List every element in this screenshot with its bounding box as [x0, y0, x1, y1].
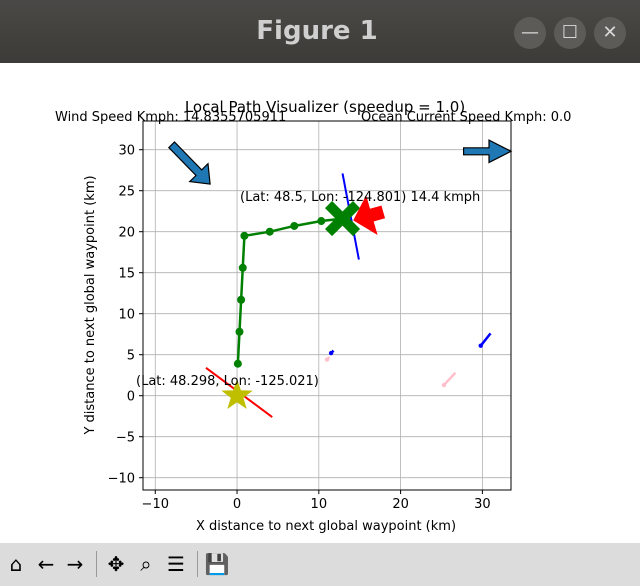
obstacle-point — [328, 350, 334, 356]
path-line — [236, 217, 343, 364]
path-point — [238, 263, 247, 272]
y-tick-label: −5 — [116, 431, 135, 446]
wind-arrow — [167, 141, 211, 185]
x-tick-label: 30 — [474, 497, 491, 512]
path-point — [240, 231, 249, 240]
y-tick-label: 0 — [127, 390, 135, 405]
pan-icon[interactable]: ✥ — [102, 550, 130, 578]
path-point — [317, 217, 326, 226]
forward-icon[interactable]: → — [61, 550, 89, 578]
chart-svg: −10 0 10 20 30−10−5051015202530 Local Path V… — [55, 98, 571, 534]
obstacle-point — [478, 343, 483, 348]
ocean-current-text: Ocean Current Speed Kmph: 0.0 — [361, 110, 571, 125]
path-point — [237, 295, 246, 304]
figure-canvas: −10 0 10 20 30 −10 −5 0 5 10 15 20 25 30 Local Path V… — [0, 63, 640, 543]
minimize-button[interactable]: — — [514, 17, 546, 49]
path-point — [290, 221, 299, 230]
path-point — [265, 227, 274, 236]
y-tick-label: 30 — [118, 144, 135, 159]
y-tick-label: 10 — [118, 308, 135, 323]
x-tick-label: −10 — [142, 497, 169, 512]
back-icon[interactable]: ← — [32, 550, 60, 578]
y-tick-label: 20 — [118, 226, 135, 241]
y-tick-label: 15 — [118, 267, 135, 282]
home-icon[interactable]: ⌂ — [2, 550, 30, 578]
maximize-button[interactable]: ☐ — [554, 17, 586, 49]
zoom-icon[interactable]: ⌕ — [132, 550, 160, 578]
navigation-toolbar: ⌂ ← → ✥ ⌕ ☰ 💾 — [0, 543, 640, 586]
x-tick-label: 20 — [392, 497, 409, 512]
x-tick-label: 10 — [311, 497, 328, 512]
boat-label: (Lat: 48.5, Lon: -124.801) 14.4 kmph — [240, 190, 480, 205]
obstacle-point — [324, 357, 330, 362]
y-tick-label: −10 — [108, 472, 135, 487]
start-label: (Lat: 48.298, Lon: -125.021) — [136, 374, 319, 389]
configure-subplots-icon[interactable]: ☰ — [162, 550, 190, 578]
x-axis-label: X distance to next global waypoint (km) — [196, 519, 456, 534]
y-tick-label: 5 — [127, 349, 135, 364]
ocean-current-arrow — [463, 139, 513, 164]
y-tick-label: 25 — [118, 185, 135, 200]
window-titlebar: Figure 1 — ☐ ✕ — [0, 0, 640, 63]
y-axis-label: Y distance to next global waypoint (km) — [83, 175, 98, 435]
path-point — [233, 359, 242, 368]
save-icon[interactable]: 💾 — [203, 550, 231, 578]
close-button[interactable]: ✕ — [594, 17, 626, 49]
toolbar-separator — [197, 551, 198, 577]
path-point — [235, 327, 244, 336]
toolbar-separator — [96, 551, 97, 577]
wind-speed-text: Wind Speed Kmph: 14.8355705911 — [55, 110, 286, 125]
obstacle-segment — [443, 371, 457, 386]
x-tick-label: 0 — [233, 497, 241, 512]
obstacle-point — [441, 382, 447, 388]
